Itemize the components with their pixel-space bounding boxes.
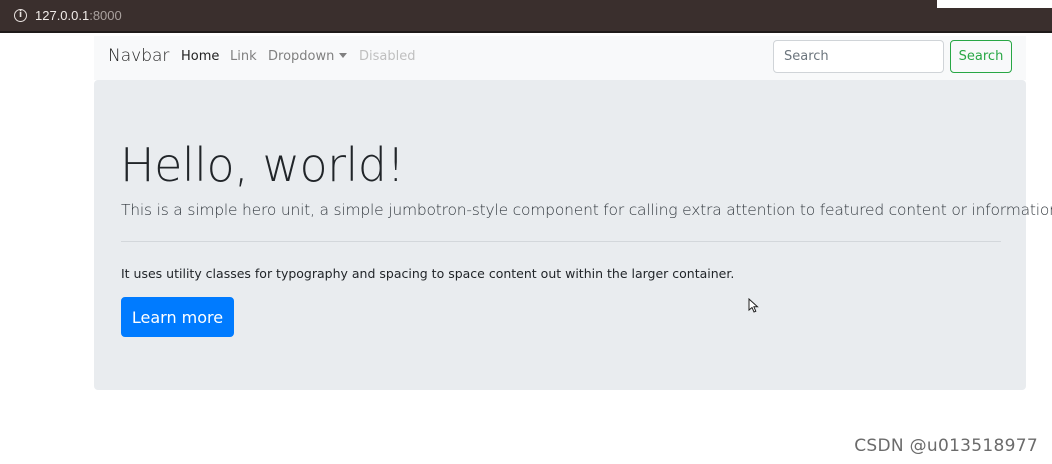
divider <box>121 241 1001 242</box>
lead-text: This is a simple hero unit, a simple jum… <box>121 201 1052 219</box>
nav-item-link[interactable]: Link <box>230 49 257 64</box>
nav-dropdown-label: Dropdown <box>268 49 335 64</box>
browser-corner-tab <box>937 0 1052 8</box>
search-input[interactable] <box>773 40 944 73</box>
nav-item-home[interactable]: Home <box>181 49 219 64</box>
nav-item-dropdown[interactable]: Dropdown <box>268 49 348 64</box>
address-url[interactable]: 127.0.0.1:8000 <box>35 7 122 25</box>
url-host: 127.0.0.1 <box>35 8 90 23</box>
nav-item-disabled: Disabled <box>359 49 416 64</box>
caret-down-icon <box>339 53 348 58</box>
mouse-cursor-icon <box>748 298 759 313</box>
url-port: :8000 <box>89 8 122 23</box>
navbar-brand[interactable]: Navbar <box>108 46 169 66</box>
info-icon[interactable]: i <box>14 9 27 22</box>
search-button[interactable]: Search <box>950 40 1012 73</box>
watermark: CSDN @u013518977 <box>854 436 1038 456</box>
browser-address-bar: i 127.0.0.1:8000 <box>0 0 1052 33</box>
body-text: It uses utility classes for typography a… <box>121 266 735 281</box>
page-title: Hello, world! <box>120 138 405 192</box>
navbar: Navbar Home Link Dropdown Disabled Searc… <box>94 36 1026 80</box>
learn-more-button[interactable]: Learn more <box>121 297 234 337</box>
jumbotron: Hello, world! This is a simple hero unit… <box>94 80 1052 390</box>
